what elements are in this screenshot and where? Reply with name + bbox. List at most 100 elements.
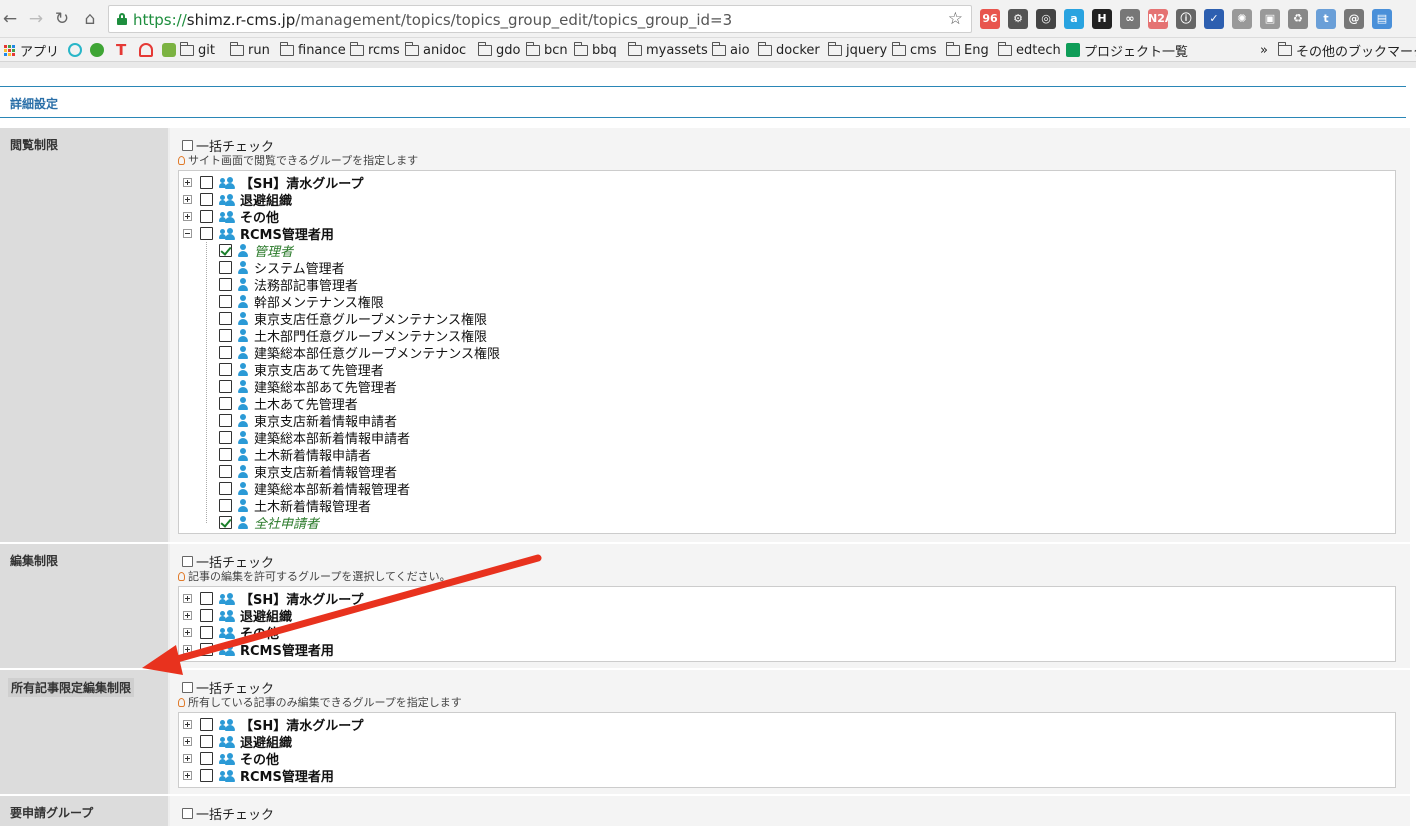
group-checkbox[interactable] bbox=[200, 193, 213, 206]
ext-window-icon[interactable]: ▤ bbox=[1372, 9, 1392, 29]
role-checkbox[interactable] bbox=[219, 516, 232, 529]
home-button[interactable]: ⌂ bbox=[80, 9, 100, 29]
bookmark-project-list[interactable]: プロジェクト一覧 bbox=[1066, 40, 1188, 60]
other-bookmarks-folder[interactable]: その他のブックマーク bbox=[1277, 40, 1416, 60]
bulk-checkbox[interactable] bbox=[182, 682, 193, 693]
expand-icon[interactable] bbox=[183, 771, 192, 780]
role-checkbox[interactable] bbox=[219, 312, 232, 325]
group-checkbox[interactable] bbox=[200, 609, 213, 622]
group-checkbox[interactable] bbox=[200, 643, 213, 656]
expand-icon[interactable] bbox=[183, 628, 192, 637]
group-checkbox[interactable] bbox=[200, 718, 213, 731]
bookmark-star-icon[interactable]: ☆ bbox=[948, 9, 963, 29]
back-button[interactable]: ← bbox=[0, 9, 20, 29]
ext-gear-icon[interactable]: ⚙ bbox=[1008, 9, 1028, 29]
folder-icon bbox=[1277, 41, 1292, 56]
expand-icon[interactable] bbox=[183, 720, 192, 729]
role-checkbox[interactable] bbox=[219, 261, 232, 274]
expand-icon[interactable] bbox=[183, 645, 192, 654]
ext-spiral-icon[interactable]: @ bbox=[1344, 9, 1364, 29]
role-checkbox[interactable] bbox=[219, 244, 232, 257]
role-checkbox[interactable] bbox=[219, 448, 232, 461]
bookmark-apps[interactable]: アプリ bbox=[4, 40, 59, 60]
ext-check-icon[interactable]: ✓ bbox=[1204, 9, 1224, 29]
bookmark-folder-myassets[interactable]: myassets bbox=[627, 40, 708, 60]
group-checkbox[interactable] bbox=[200, 592, 213, 605]
expand-icon[interactable] bbox=[183, 754, 192, 763]
role-checkbox[interactable] bbox=[219, 380, 232, 393]
group-tree: 【SH】清水グループ 退避組織 その他 RCMS管理者用 管理者 システム管理者 法務部記事… bbox=[178, 170, 1396, 534]
expand-icon[interactable] bbox=[183, 178, 192, 187]
role-checkbox[interactable] bbox=[219, 465, 232, 478]
role-checkbox[interactable] bbox=[219, 329, 232, 342]
collapse-icon[interactable] bbox=[183, 229, 192, 238]
role-checkbox[interactable] bbox=[219, 431, 232, 444]
bookmark-folder-docker[interactable]: docker bbox=[757, 40, 820, 60]
bookmark-folder-aio[interactable]: aio bbox=[711, 40, 750, 60]
address-bar[interactable]: https://shimz.r-cms.jp/management/topics… bbox=[108, 5, 972, 33]
role-checkbox[interactable] bbox=[219, 363, 232, 376]
group-checkbox[interactable] bbox=[200, 752, 213, 765]
bookmark-folder-jquery[interactable]: jquery bbox=[827, 40, 887, 60]
bookmark-folder-eng[interactable]: Eng bbox=[945, 40, 989, 60]
bookmark-folder-gdo[interactable]: gdo bbox=[477, 40, 520, 60]
tree-user-node: 建築総本部新着情報申請者 bbox=[219, 429, 410, 447]
group-icon bbox=[219, 626, 235, 639]
forward-button[interactable]: → bbox=[26, 9, 46, 29]
ext-shirt-icon[interactable]: ▣ bbox=[1260, 9, 1280, 29]
user-icon bbox=[238, 431, 248, 444]
bookmark-icon-1[interactable] bbox=[68, 40, 86, 60]
bookmark-folder-bbq[interactable]: bbq bbox=[573, 40, 617, 60]
bookmark-icon-3[interactable]: T bbox=[116, 40, 126, 60]
role-checkbox[interactable] bbox=[219, 397, 232, 410]
bookmark-folder-anidoc[interactable]: anidoc bbox=[404, 40, 466, 60]
role-checkbox[interactable] bbox=[219, 295, 232, 308]
role-checkbox[interactable] bbox=[219, 278, 232, 291]
ext-a-icon[interactable]: a bbox=[1064, 9, 1084, 29]
ext-virus-icon[interactable]: ✺ bbox=[1232, 9, 1252, 29]
group-checkbox[interactable] bbox=[200, 227, 213, 240]
red-arch-icon bbox=[139, 43, 153, 57]
expand-icon[interactable] bbox=[183, 737, 192, 746]
group-checkbox[interactable] bbox=[200, 176, 213, 189]
bookmark-icon-2[interactable] bbox=[90, 40, 108, 60]
bookmark-folder-edtech[interactable]: edtech bbox=[997, 40, 1061, 60]
role-checkbox[interactable] bbox=[219, 414, 232, 427]
reload-button[interactable]: ↻ bbox=[52, 9, 72, 29]
bulk-checkbox[interactable] bbox=[182, 140, 193, 151]
ext-calendar-icon[interactable]: 96 bbox=[980, 9, 1000, 29]
role-checkbox[interactable] bbox=[219, 482, 232, 495]
row-label: 要申請グループ bbox=[10, 806, 94, 820]
ext-info-icon[interactable]: ⓘ bbox=[1176, 9, 1196, 29]
ext-glasses-icon[interactable]: ∞ bbox=[1120, 9, 1140, 29]
bookmarks-overflow-button[interactable]: » bbox=[1260, 40, 1268, 60]
bookmark-icon-5[interactable] bbox=[162, 40, 180, 60]
bookmark-folder-rcms[interactable]: rcms bbox=[349, 40, 400, 60]
group-checkbox[interactable] bbox=[200, 626, 213, 639]
expand-icon[interactable] bbox=[183, 594, 192, 603]
bulk-checkbox[interactable] bbox=[182, 556, 193, 567]
bookmark-folder-bcn[interactable]: bcn bbox=[525, 40, 568, 60]
group-checkbox[interactable] bbox=[200, 210, 213, 223]
expand-icon[interactable] bbox=[183, 611, 192, 620]
role-checkbox[interactable] bbox=[219, 499, 232, 512]
group-checkbox[interactable] bbox=[200, 735, 213, 748]
bookmark-folder-cms[interactable]: cms bbox=[891, 40, 937, 60]
role-checkbox[interactable] bbox=[219, 346, 232, 359]
group-checkbox[interactable] bbox=[200, 769, 213, 782]
bulk-checkbox[interactable] bbox=[182, 808, 193, 819]
user-icon bbox=[238, 363, 248, 376]
expand-icon[interactable] bbox=[183, 212, 192, 221]
tree-user-node: 東京支店新着情報申請者 bbox=[219, 412, 397, 430]
ext-recycle-icon[interactable]: ♻ bbox=[1288, 9, 1308, 29]
bookmark-icon-4[interactable] bbox=[139, 40, 157, 60]
ext-n2a-icon[interactable]: N2A bbox=[1148, 9, 1168, 29]
bookmark-folder-finance[interactable]: finance bbox=[279, 40, 346, 60]
expand-icon[interactable] bbox=[183, 195, 192, 204]
bookmark-folder-run[interactable]: run bbox=[229, 40, 270, 60]
bookmark-folder-git[interactable]: git bbox=[179, 40, 215, 60]
bulk-check[interactable]: 一括チェック bbox=[182, 804, 274, 823]
ext-t-icon[interactable]: t bbox=[1316, 9, 1336, 29]
ext-h-icon[interactable]: H bbox=[1092, 9, 1112, 29]
ext-circle-gear-icon[interactable]: ◎ bbox=[1036, 9, 1056, 29]
